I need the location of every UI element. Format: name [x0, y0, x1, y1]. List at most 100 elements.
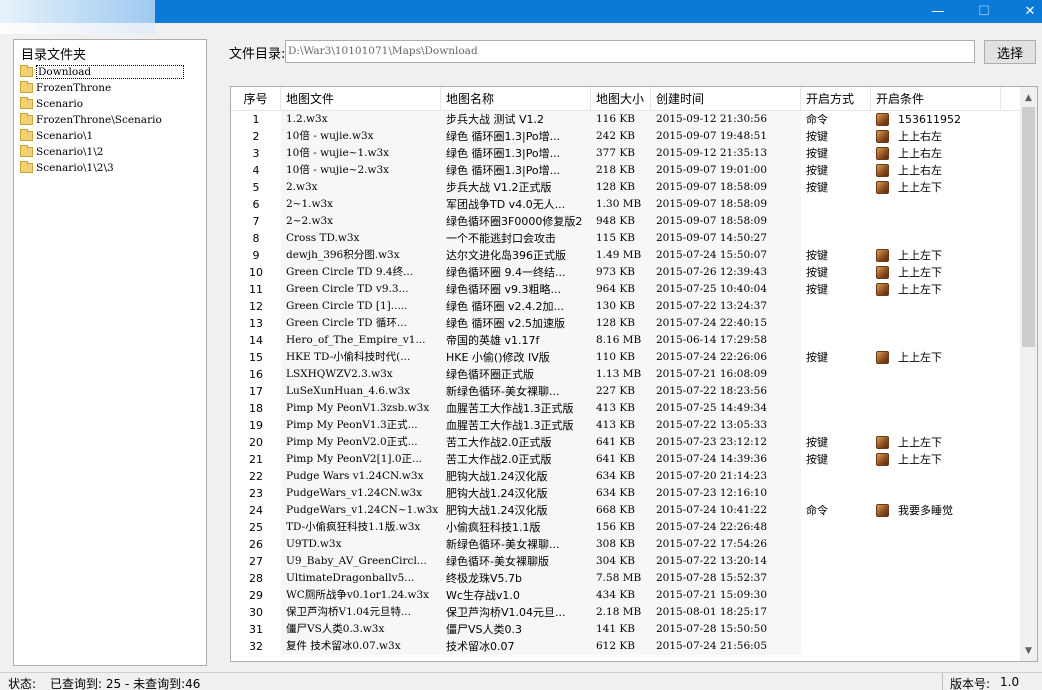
directory-item[interactable]: Scenario\1: [20, 128, 184, 144]
cell-file: LuSeXunHuan_4.6.w3x: [281, 383, 441, 400]
cell-time: 2015-07-21 15:09:30: [651, 587, 801, 604]
table-row[interactable]: 3 10倍 - wujie~1.w3x 绿色 循环圈1.3|Po增... 377 KB…: [231, 145, 1021, 162]
column-header[interactable]: 创建时间: [651, 87, 801, 111]
cell-file: Hero_of_The_Empire_v1...: [281, 332, 441, 349]
column-header[interactable]: 序号: [231, 87, 281, 111]
cell-cond: [871, 400, 1001, 417]
cell-name: 小偷疯狂科技1.1版: [441, 519, 591, 536]
choose-button[interactable]: 选择: [984, 40, 1036, 64]
column-header[interactable]: 地图文件: [281, 87, 441, 111]
table-row[interactable]: 20 Pimp My PeonV2.0正式... 苦工大作战2.0正式版 641 KB…: [231, 434, 1021, 451]
column-header[interactable]: 开启方式: [801, 87, 871, 111]
table-row[interactable]: 9 dewjh_396积分图.w3x 达尔文进化岛396正式版 1.49 MB 2015…: [231, 247, 1021, 264]
minimize-button[interactable]: —: [915, 0, 961, 23]
directory-item[interactable]: Scenario\1\2\3: [20, 160, 184, 176]
table-row[interactable]: 16 LSXHQWZV2.3.w3x 绿色循环圈正式版 1.13 MB 2015-07-…: [231, 366, 1021, 383]
cell-no: 17: [249, 385, 263, 398]
cell-name: 苦工大作战2.0正式版: [441, 434, 591, 451]
cell-name: 绿色 循环圈1.3|Po增...: [441, 128, 591, 145]
cell-open: [801, 298, 871, 315]
table-row[interactable]: 22 Pudge Wars v1.24CN.w3x 肥钩大战1.24汉化版 634 K…: [231, 468, 1021, 485]
table-row[interactable]: 15 HKE TD-小偷科技时代(... HKE 小偷()修改 IV版 110 KB 2…: [231, 349, 1021, 366]
table-row[interactable]: 31 僵尸VS人类0.3.w3x 僵尸VS人类0.3 141 KB 2015-07-28…: [231, 621, 1021, 638]
cell-no: 13: [249, 317, 263, 330]
vertical-scrollbar[interactable]: ▲ ▼: [1020, 87, 1037, 661]
cell-cond: [871, 570, 1001, 587]
cell-size: 413 KB: [591, 417, 651, 434]
table-row[interactable]: 17 LuSeXunHuan_4.6.w3x 新绿色循环-美女裸聊... 227 KB…: [231, 383, 1021, 400]
cell-file: Pudge Wars v1.24CN.w3x: [281, 468, 441, 485]
table-row[interactable]: 24 PudgeWars_v1.24CN~1.w3x 肥钩大战1.24汉化版 668 …: [231, 502, 1021, 519]
table-row[interactable]: 21 Pimp My PeonV2[1].0正... 苦工大作战2.0正式版 641 …: [231, 451, 1021, 468]
table-row[interactable]: 5 2.w3x 步兵大战 V1.2正式版 128 KB 2015-09-07 18:58…: [231, 179, 1021, 196]
cell-file: Green Circle TD 9.4终...: [281, 264, 441, 281]
cell-open: [801, 536, 871, 553]
cell-time: 2015-07-22 13:05:33: [651, 417, 801, 434]
cell-no: 8: [252, 232, 260, 245]
column-header[interactable]: 开启条件: [871, 87, 1001, 111]
directory-item[interactable]: Scenario: [20, 96, 184, 112]
table-row[interactable]: 12 Green Circle TD [1]..... 绿色 循环圈 v2.4.2加…: [231, 298, 1021, 315]
path-input[interactable]: D:\War3\10101071\Maps\Download: [285, 40, 975, 63]
table-row[interactable]: 7 2~2.w3x 绿色循环圈3F0000修复版2 948 KB 2015-09-07 …: [231, 213, 1021, 230]
table-row[interactable]: 19 Pimp My PeonV1.3正式... 血腥苦工大作战1.3正式版 413 …: [231, 417, 1021, 434]
table-row[interactable]: 32 复件 技术留冰0.07.w3x 技术留冰0.07 612 KB 2015-07-2…: [231, 638, 1021, 655]
cell-size: 308 KB: [591, 536, 651, 553]
map-icon: [876, 453, 889, 466]
cell-file: 2~1.w3x: [281, 196, 441, 213]
cell-no: 9: [252, 249, 260, 262]
table-row[interactable]: 6 2~1.w3x 军团战争TD v4.0无人... 1.30 MB 2015-09-0…: [231, 196, 1021, 213]
scroll-down-icon[interactable]: ▼: [1020, 642, 1037, 659]
cell-no: 24: [249, 504, 263, 517]
cell-no: 21: [249, 453, 263, 466]
table-row[interactable]: 2 10倍 - wujie.w3x 绿色 循环圈1.3|Po增... 242 KB 20…: [231, 128, 1021, 145]
table-row[interactable]: 11 Green Circle TD v9.3... 绿色循环圈 v9.3粗略...…: [231, 281, 1021, 298]
table-row[interactable]: 13 Green Circle TD 循环... 绿色 循环圈 v2.5加速版 128…: [231, 315, 1021, 332]
map-icon: [876, 351, 889, 364]
cell-size: 128 KB: [591, 315, 651, 332]
directory-item[interactable]: FrozenThrone\Scenario: [20, 112, 184, 128]
cell-time: 2015-07-24 22:26:06: [651, 349, 801, 366]
directory-panel: 目录文件夹 Download FrozenThrone Scenario Frozen…: [13, 39, 207, 666]
cell-name: Wc生存战v1.0: [441, 587, 591, 604]
table-row[interactable]: 1 1.2.w3x 步兵大战 测试 V1.2 116 KB 2015-09-12 21:…: [231, 111, 1021, 128]
close-button[interactable]: ✕: [1007, 0, 1042, 23]
table-row[interactable]: 23 PudgeWars_v1.24CN.w3x 肥钩大战1.24汉化版 634 KB…: [231, 485, 1021, 502]
table-row[interactable]: 18 Pimp My PeonV1.3zsb.w3x 血腥苦工大作战1.3正式版 41…: [231, 400, 1021, 417]
table-row[interactable]: 28 UltimateDragonballv5... 终极龙珠V5.7b 7.58 M…: [231, 570, 1021, 587]
cell-open: [801, 553, 871, 570]
cell-time: 2015-07-22 13:24:37: [651, 298, 801, 315]
table-row[interactable]: 14 Hero_of_The_Empire_v1... 帝国的英雄 v1.17f 8.…: [231, 332, 1021, 349]
table-row[interactable]: 8 Cross TD.w3x 一个不能逃封口会攻击 115 KB 2015-09-07 …: [231, 230, 1021, 247]
cell-open: 命令: [806, 504, 828, 517]
cell-cond-text: 上上右左: [898, 130, 942, 143]
cell-cond: [871, 417, 1001, 434]
table-row[interactable]: 27 U9_Baby_AV_GreenCircl... 绿色循环-美女裸聊版 304 …: [231, 553, 1021, 570]
directory-item[interactable]: FrozenThrone: [20, 80, 184, 96]
directory-item[interactable]: Download: [20, 64, 184, 80]
directory-item[interactable]: Scenario\1\2: [20, 144, 184, 160]
table-row[interactable]: 29 WC厕所战争v0.1or1.24.w3x Wc生存战v1.0 434 KB 201…: [231, 587, 1021, 604]
scroll-up-icon[interactable]: ▲: [1020, 89, 1037, 106]
maximize-button[interactable]: ☐: [961, 0, 1007, 23]
cell-open: [801, 468, 871, 485]
table-row[interactable]: 30 保卫芦沟桥V1.04元旦特... 保卫芦沟桥V1.04元旦... 2.18 MB…: [231, 604, 1021, 621]
cell-time: 2015-07-28 15:50:50: [651, 621, 801, 638]
table-row[interactable]: 26 U9TD.w3x 新绿色循环-美女裸聊... 308 KB 2015-07-22 …: [231, 536, 1021, 553]
cell-size: 641 KB: [591, 451, 651, 468]
column-header[interactable]: 地图名称: [441, 87, 591, 111]
cell-cond: [871, 553, 1001, 570]
cell-size: 227 KB: [591, 383, 651, 400]
cell-file: Pimp My PeonV2.0正式...: [281, 434, 441, 451]
column-header[interactable]: 地图大小: [591, 87, 651, 111]
scroll-thumb[interactable]: [1022, 107, 1035, 347]
cell-open: [801, 570, 871, 587]
table-row[interactable]: 4 10倍 - wujie~2.w3x 绿色 循环圈1.3|Po增... 218 KB…: [231, 162, 1021, 179]
cell-no: 20: [249, 436, 263, 449]
table-row[interactable]: 10 Green Circle TD 9.4终... 绿色循环圈 9.4一终结...…: [231, 264, 1021, 281]
cell-no: 32: [249, 640, 263, 653]
folder-icon: [20, 113, 33, 125]
cell-cond-text: 153611952: [898, 113, 961, 126]
table-row[interactable]: 25 TD-小偷疯狂科技1.1版.w3x 小偷疯狂科技1.1版 156 KB 2015-…: [231, 519, 1021, 536]
status-divider: [942, 673, 943, 690]
